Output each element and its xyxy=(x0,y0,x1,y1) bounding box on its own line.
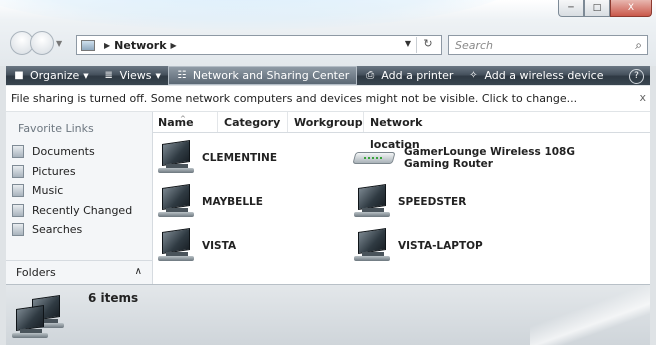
computer-icon xyxy=(158,140,196,174)
forward-button[interactable] xyxy=(30,31,54,55)
breadcrumb-separator[interactable]: ▶ xyxy=(104,41,110,50)
close-icon[interactable]: x xyxy=(639,91,646,104)
address-dropdown-icon[interactable]: ▼ xyxy=(405,39,411,48)
column-header-category[interactable]: Category xyxy=(218,112,288,132)
list-item[interactable]: GamerLounge Wireless 108G Gaming Router xyxy=(352,142,575,174)
details-pane: 6 items xyxy=(6,284,650,345)
network-center-icon: ☷ xyxy=(177,70,187,81)
add-wireless-device-label: Add a wireless device xyxy=(484,69,604,82)
network-computers-icon xyxy=(12,295,72,341)
computer-icon xyxy=(158,184,196,218)
list-item[interactable]: VISTA xyxy=(158,228,237,262)
sidebar-item-label: Music xyxy=(32,184,64,198)
item-name: VISTA xyxy=(202,240,237,252)
breadcrumb-network[interactable]: Network xyxy=(114,39,166,52)
network-and-sharing-center-button[interactable]: ☷ Network and Sharing Center xyxy=(167,66,358,85)
network-center-label: Network and Sharing Center xyxy=(192,69,350,82)
information-bar[interactable]: File sharing is turned off. Some network… xyxy=(6,86,650,112)
minimize-button[interactable]: ─ xyxy=(558,0,584,17)
recent-pages-dropdown[interactable]: ▼ xyxy=(56,39,62,48)
add-printer-label: Add a printer xyxy=(381,69,454,82)
documents-icon xyxy=(12,145,24,159)
sidebar-item-pictures[interactable]: Pictures xyxy=(12,162,132,182)
refresh-icon[interactable]: ↻ xyxy=(416,37,439,53)
close-button[interactable]: X xyxy=(610,0,652,17)
sidebar-item-label: Documents xyxy=(32,145,95,159)
network-location-icon xyxy=(81,39,95,51)
chevron-down-icon: ▼ xyxy=(83,71,89,80)
item-name: GamerLounge Wireless 108G xyxy=(404,146,575,158)
add-wireless-device-button[interactable]: ✧ Add a wireless device xyxy=(460,66,610,85)
views-menu[interactable]: ≣ Views ▼ xyxy=(96,66,168,85)
list-item[interactable]: CLEMENTINE xyxy=(158,140,278,174)
column-header-workgroup[interactable]: Workgroup xyxy=(288,112,364,132)
search-icon[interactable]: ⌕ xyxy=(635,38,642,53)
title-bar: ─ □ X ▼ ▶ Network ▶ ▼ ↻ Search ⌕ xyxy=(0,0,656,66)
sort-ascending-icon: ^ xyxy=(180,115,186,123)
item-count: 6 items xyxy=(88,291,139,305)
column-header-label: Workgroup xyxy=(294,116,363,129)
chevron-up-icon: ∧ xyxy=(134,266,142,277)
pictures-icon xyxy=(12,164,24,178)
column-headers: ^ Name Category Workgroup Network locati… xyxy=(152,112,650,151)
navigation-pane: Favorite Links Documents Pictures Music … xyxy=(6,112,153,284)
organize-label: Organize xyxy=(30,69,80,82)
column-header-network-location[interactable]: Network location xyxy=(364,112,464,151)
favorite-links-list: Documents Pictures Music Recently Change… xyxy=(12,142,132,240)
item-name: VISTA-LAPTOP xyxy=(398,240,483,252)
list-item[interactable]: VISTA-LAPTOP xyxy=(354,228,483,262)
organize-menu[interactable]: ■ Organize ▼ xyxy=(6,66,96,85)
item-name: MAYBELLE xyxy=(202,196,263,208)
wireless-device-icon: ✧ xyxy=(469,70,478,81)
item-name: SPEEDSTER xyxy=(398,196,467,208)
decorative-swoosh xyxy=(530,285,650,345)
computer-icon xyxy=(354,228,392,262)
column-header-label: Name xyxy=(158,116,194,129)
list-item[interactable]: MAYBELLE xyxy=(158,184,263,218)
breadcrumb-separator[interactable]: ▶ xyxy=(171,41,177,50)
information-bar-text: File sharing is turned off. Some network… xyxy=(11,92,578,105)
music-icon xyxy=(12,184,24,198)
help-icon[interactable]: ? xyxy=(629,69,644,84)
item-name: Gaming Router xyxy=(404,158,493,170)
sidebar-item-label: Recently Changed xyxy=(32,203,133,217)
command-bar: ■ Organize ▼ ≣ Views ▼ ☷ Network and Sha… xyxy=(6,66,650,85)
router-icon xyxy=(352,142,398,174)
folders-toggle[interactable]: Folders ∧ xyxy=(6,260,152,284)
recently-changed-icon xyxy=(12,203,24,217)
sidebar-item-label: Searches xyxy=(32,223,83,237)
sidebar-item-searches[interactable]: Searches xyxy=(12,220,132,240)
maximize-button[interactable]: □ xyxy=(584,0,610,17)
sidebar-item-documents[interactable]: Documents xyxy=(12,142,132,162)
navigation-buttons: ▼ xyxy=(10,31,62,55)
sidebar-item-recently-changed[interactable]: Recently Changed xyxy=(12,201,132,221)
favorite-links-heading: Favorite Links xyxy=(18,122,94,135)
sidebar-item-music[interactable]: Music xyxy=(12,181,132,201)
printer-icon: ⎙ xyxy=(366,70,375,81)
window-controls: ─ □ X xyxy=(558,0,652,17)
search-input[interactable]: Search ⌕ xyxy=(448,35,648,55)
search-placeholder: Search xyxy=(455,38,494,52)
views-label: Views xyxy=(119,69,152,82)
folders-label: Folders xyxy=(16,266,56,279)
add-printer-button[interactable]: ⎙ Add a printer xyxy=(357,66,460,85)
computer-icon xyxy=(158,228,196,262)
address-bar[interactable]: ▶ Network ▶ ▼ ↻ xyxy=(76,35,442,55)
organize-icon: ■ xyxy=(14,70,24,81)
chevron-down-icon: ▼ xyxy=(155,71,161,80)
column-header-label: Category xyxy=(224,116,281,129)
computer-icon xyxy=(354,184,392,218)
item-name: CLEMENTINE xyxy=(202,152,278,164)
list-item[interactable]: SPEEDSTER xyxy=(354,184,467,218)
column-header-name[interactable]: ^ Name xyxy=(152,112,218,132)
searches-icon xyxy=(12,223,24,237)
views-icon: ≣ xyxy=(104,70,113,81)
content-area: Favorite Links Documents Pictures Music … xyxy=(6,112,650,284)
sidebar-item-label: Pictures xyxy=(32,164,76,178)
